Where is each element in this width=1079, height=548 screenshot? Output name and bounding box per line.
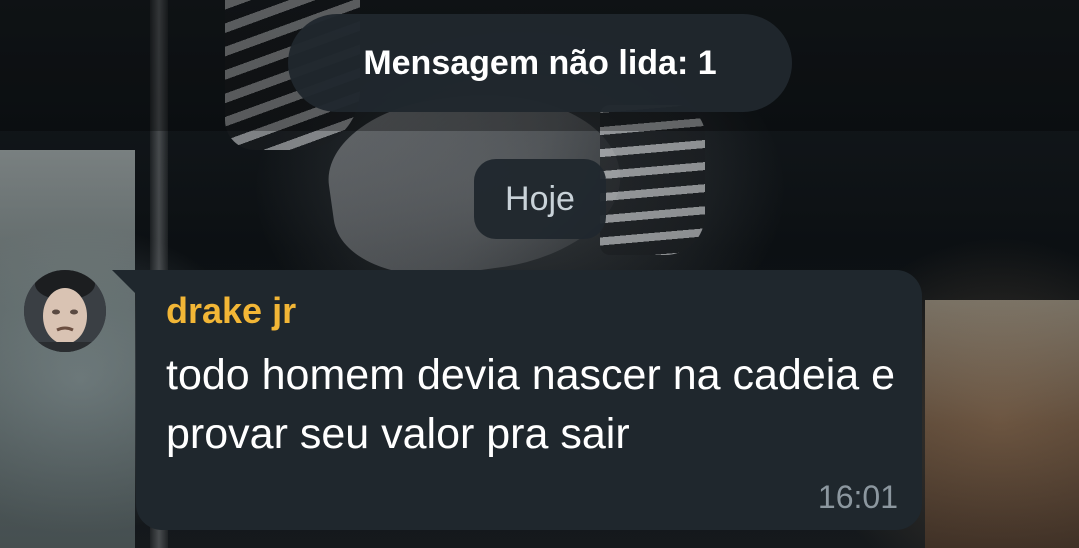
- unread-messages-banner[interactable]: Mensagem não lida: 1: [288, 14, 792, 112]
- date-separator-label: Hoje: [505, 179, 575, 218]
- sender-avatar[interactable]: [24, 270, 106, 352]
- unread-messages-label: Mensagem não lida: 1: [363, 43, 717, 82]
- sender-name[interactable]: drake jr: [166, 290, 296, 332]
- message-text: todo homem devia nascer na cadeia e prov…: [166, 351, 896, 458]
- date-separator: Hoje: [474, 159, 606, 239]
- message-bubble[interactable]: drake jr todo homem devia nascer na cade…: [136, 270, 922, 530]
- message-timestamp: 16:01: [817, 479, 898, 515]
- avatar-photo: [24, 270, 106, 352]
- wallpaper-amp-right: [925, 300, 1079, 548]
